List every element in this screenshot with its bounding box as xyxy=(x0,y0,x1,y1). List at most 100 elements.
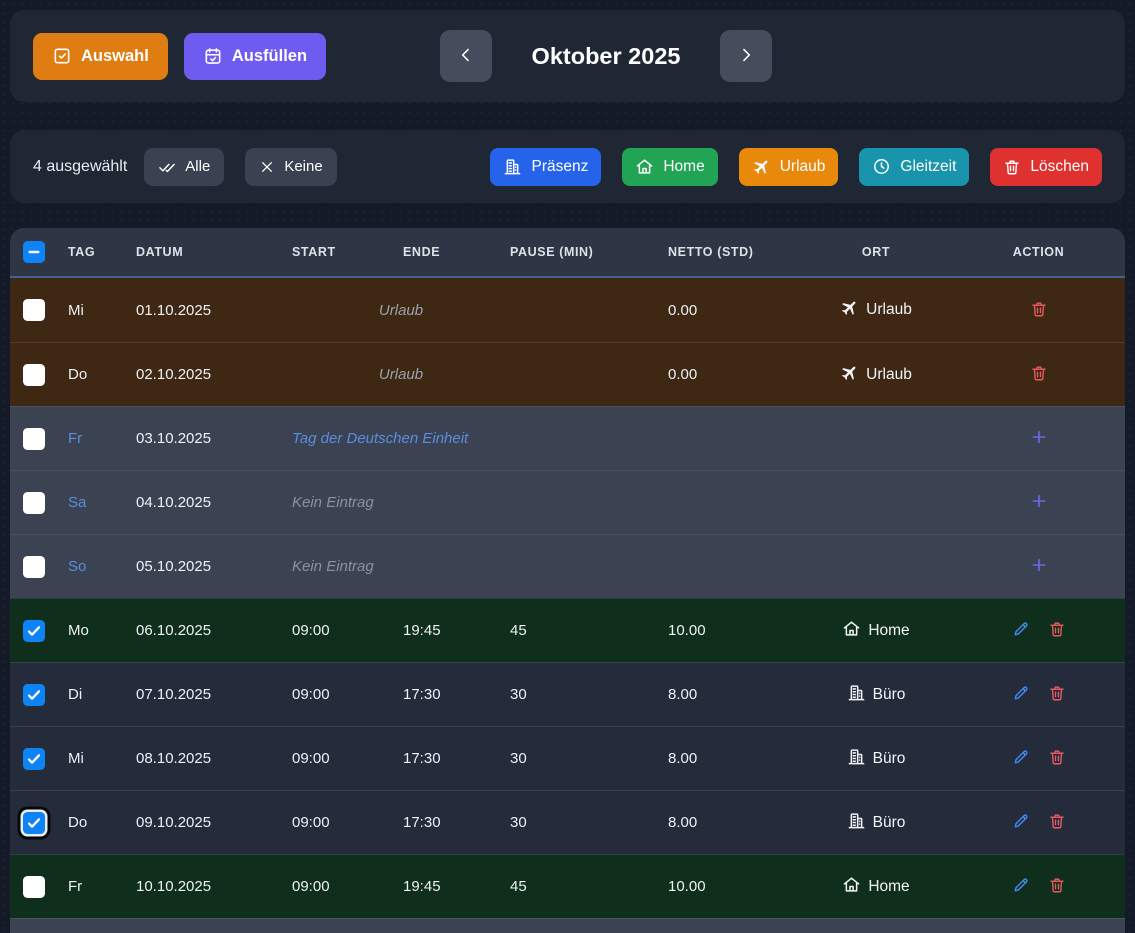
delete-entry-button[interactable] xyxy=(1028,362,1050,387)
row-checkbox[interactable] xyxy=(23,299,45,321)
pencil-icon xyxy=(1012,620,1030,641)
cell-ende: 19:45 xyxy=(403,622,510,639)
cell-tag: Do xyxy=(58,814,136,831)
trash-icon xyxy=(1048,684,1066,705)
edit-entry-button[interactable] xyxy=(1010,810,1032,835)
trash-icon xyxy=(1048,812,1066,833)
edit-entry-button[interactable] xyxy=(1010,874,1032,899)
row-checkbox[interactable] xyxy=(23,492,45,514)
home-icon xyxy=(842,875,861,899)
select-none-button[interactable]: Keine xyxy=(245,148,336,186)
next-month-button[interactable] xyxy=(720,30,772,82)
edit-entry-button[interactable] xyxy=(1010,682,1032,707)
pencil-icon xyxy=(1012,876,1030,897)
select-all-label: Alle xyxy=(185,158,210,175)
row-checkbox[interactable] xyxy=(23,556,45,578)
previous-month-button[interactable] xyxy=(440,30,492,82)
row-checkbox[interactable] xyxy=(23,428,45,450)
auswahl-button-label: Auswahl xyxy=(81,47,149,66)
add-entry-button[interactable] xyxy=(1027,489,1051,516)
plane-icon xyxy=(752,157,771,176)
cell-actions xyxy=(952,682,1125,707)
cell-start: 09:00 xyxy=(292,878,403,895)
cell-actions xyxy=(952,298,1125,323)
cell-datum: 05.10.2025 xyxy=(136,558,292,575)
cell-ende: 17:30 xyxy=(403,814,510,831)
ausfuellen-button[interactable]: Ausfüllen xyxy=(184,33,326,80)
cell-ende: 17:30 xyxy=(403,686,510,703)
urlaub-button[interactable]: Urlaub xyxy=(739,148,839,186)
building-icon xyxy=(847,811,866,835)
close-icon xyxy=(259,159,275,175)
bulk-actions-group: Präsenz Home Urlaub Gleitzeit Löschen xyxy=(490,148,1102,186)
delete-entry-button[interactable] xyxy=(1028,298,1050,323)
home-icon xyxy=(635,157,654,176)
ort-label: Büro xyxy=(873,686,906,704)
cell-netto: 10.00 xyxy=(668,878,800,895)
column-header-datum: DATUM xyxy=(136,245,292,259)
cell-ende: 17:30 xyxy=(403,750,510,767)
chevron-left-icon xyxy=(456,45,476,68)
checkbox-check-icon xyxy=(52,46,72,66)
cell-note: Kein Eintrag xyxy=(292,558,668,575)
row-checkbox[interactable] xyxy=(23,876,45,898)
praesenz-button[interactable]: Präsenz xyxy=(490,148,601,186)
row-checkbox[interactable] xyxy=(23,812,45,834)
cell-ort: Urlaub xyxy=(800,363,952,387)
delete-entry-button[interactable] xyxy=(1046,810,1068,835)
building-icon xyxy=(503,157,522,176)
row-checkbox[interactable] xyxy=(23,620,45,642)
plane-icon xyxy=(840,363,859,387)
cell-note: Urlaub xyxy=(292,366,510,383)
gleitzeit-button-label: Gleitzeit xyxy=(900,158,956,176)
home-button[interactable]: Home xyxy=(622,148,717,186)
plus-icon xyxy=(1029,555,1049,578)
selection-toolbar: 4 ausgewählt Alle Keine PräsenzHomeUrlau… xyxy=(10,130,1125,203)
cell-actions xyxy=(952,874,1125,899)
table-row: Di07.10.202509:0017:30308.00Büro xyxy=(10,662,1125,726)
row-checkbox[interactable] xyxy=(23,684,45,706)
auswahl-button[interactable]: Auswahl xyxy=(33,33,168,80)
add-entry-button[interactable] xyxy=(1027,553,1051,580)
delete-entry-button[interactable] xyxy=(1046,618,1068,643)
cell-note: Urlaub xyxy=(292,302,510,319)
cell-datum: 01.10.2025 xyxy=(136,302,292,319)
row-checkbox[interactable] xyxy=(23,364,45,386)
delete-entry-button[interactable] xyxy=(1046,874,1068,899)
cell-netto: 0.00 xyxy=(668,302,800,319)
cell-tag: Mi xyxy=(58,750,136,767)
ort-label: Büro xyxy=(873,750,906,768)
select-all-checkbox[interactable] xyxy=(23,241,45,263)
loeschen-button-label: Löschen xyxy=(1030,158,1089,176)
clock-icon xyxy=(872,157,891,176)
table-row: Fr03.10.2025Tag der Deutschen Einheit xyxy=(10,406,1125,470)
ort-label: Urlaub xyxy=(866,301,912,319)
cell-actions xyxy=(952,618,1125,643)
cell-tag: Di xyxy=(58,686,136,703)
trash-icon xyxy=(1030,364,1048,385)
cell-datum: 10.10.2025 xyxy=(136,878,292,895)
trash-icon xyxy=(1048,620,1066,641)
cell-start: 09:00 xyxy=(292,750,403,767)
edit-entry-button[interactable] xyxy=(1010,618,1032,643)
table-row: Fr10.10.202509:0019:454510.00Home xyxy=(10,854,1125,918)
cell-netto: 8.00 xyxy=(668,814,800,831)
select-all-button[interactable]: Alle xyxy=(144,148,224,186)
delete-entry-button[interactable] xyxy=(1046,746,1068,771)
delete-entry-button[interactable] xyxy=(1046,682,1068,707)
loeschen-button[interactable]: Löschen xyxy=(990,148,1102,186)
add-entry-button[interactable] xyxy=(1027,425,1051,452)
column-header-pause: PAUSE (MIN) xyxy=(510,245,668,259)
row-checkbox[interactable] xyxy=(23,748,45,770)
gleitzeit-button[interactable]: Gleitzeit xyxy=(859,148,969,186)
cell-note: Kein Eintrag xyxy=(292,494,668,511)
cell-ort: Home xyxy=(800,619,952,643)
cell-tag: Sa xyxy=(58,494,136,511)
table-body: Mi01.10.2025Urlaub0.00UrlaubDo02.10.2025… xyxy=(10,278,1125,933)
cell-datum: 09.10.2025 xyxy=(136,814,292,831)
cell-actions xyxy=(952,362,1125,387)
table-row: Do09.10.202509:0017:30308.00Büro xyxy=(10,790,1125,854)
edit-entry-button[interactable] xyxy=(1010,746,1032,771)
header-bar: Auswahl Ausfüllen Oktober 2025 xyxy=(10,10,1125,102)
cell-tag: So xyxy=(58,558,136,575)
